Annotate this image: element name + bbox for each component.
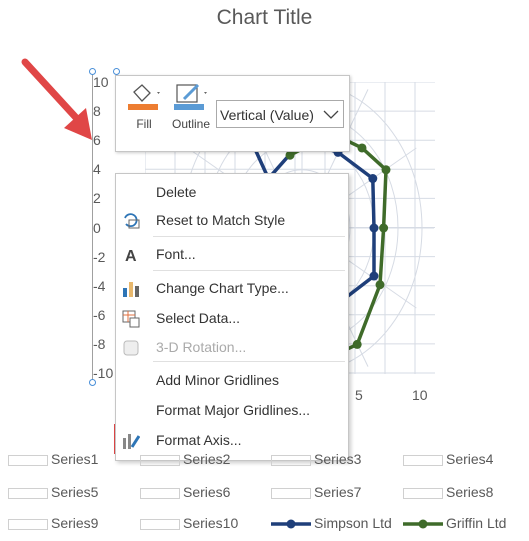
data-point <box>352 339 362 349</box>
3d-rotation-icon <box>122 338 140 356</box>
legend-label: Series6 <box>183 484 231 500</box>
menu-item-delete[interactable]: Delete <box>116 178 348 206</box>
x-tick: 10 <box>412 387 428 403</box>
font-icon: A <box>122 245 140 265</box>
legend-entry[interactable]: Series7 <box>271 484 361 500</box>
menu-item-add-minor-gridlines[interactable]: Add Minor Gridlines <box>116 366 348 394</box>
y-tick: -2 <box>93 248 106 265</box>
data-point <box>381 165 391 175</box>
legend-label: Series2 <box>183 451 231 467</box>
legend-label: Series3 <box>314 451 362 467</box>
data-point <box>375 280 385 290</box>
y-tick: 2 <box>93 190 101 207</box>
menu-item-reset-to-match-style[interactable]: Reset to Match Style <box>116 206 348 234</box>
chart-type-icon <box>122 279 140 297</box>
menu-item-label: Change Chart Type... <box>156 280 289 296</box>
outline-button[interactable]: Outline <box>168 82 214 131</box>
menu-item-label: 3-D Rotation... <box>156 339 247 355</box>
menu-item-label: Font... <box>156 246 196 262</box>
legend-entry[interactable]: Series1 <box>8 451 98 467</box>
menu-item-label: Delete <box>156 184 197 200</box>
menu-item-label: Format Axis... <box>156 432 242 448</box>
svg-text:A: A <box>125 248 137 264</box>
legend-label: Series7 <box>314 484 362 500</box>
fill-label: Fill <box>136 117 152 131</box>
legend-line-marker <box>403 519 443 529</box>
legend-label: Series8 <box>446 484 494 500</box>
data-point <box>369 223 379 233</box>
menu-separator <box>153 236 345 237</box>
mini-toolbar: Fill Outline Vertical (Value) <box>115 75 350 152</box>
legend-entry[interactable]: Series8 <box>403 484 493 500</box>
legend-label: Series10 <box>183 515 239 531</box>
data-point <box>368 174 378 184</box>
y-tick: 6 <box>93 132 101 149</box>
y-tick: -10 <box>93 365 114 381</box>
menu-item-change-chart-type[interactable]: Change Chart Type... <box>116 274 348 302</box>
paint-bucket-icon <box>128 84 160 110</box>
legend-label: Griffin Ltd <box>446 515 507 531</box>
y-tick: -8 <box>93 335 106 352</box>
y-tick: -4 <box>93 277 106 294</box>
legend-swatch <box>271 454 311 466</box>
legend-line-marker <box>271 519 311 529</box>
legend-label: Series5 <box>51 484 99 500</box>
menu-item-font[interactable]: A Font... <box>116 240 348 268</box>
chart-element-selector[interactable]: Vertical (Value) <box>216 100 344 128</box>
menu-item-label: Reset to Match Style <box>156 212 286 228</box>
legend-label: Series9 <box>51 515 99 531</box>
menu-item-label: Add Minor Gridlines <box>156 372 279 388</box>
legend-entry[interactable]: Series5 <box>8 484 98 500</box>
legend-swatch <box>403 454 443 466</box>
legend-swatch <box>140 518 180 530</box>
data-point <box>379 223 389 233</box>
y-tick: 10 <box>93 74 109 90</box>
fill-button[interactable]: Fill <box>124 82 164 131</box>
legend-label: Series1 <box>51 451 99 467</box>
data-point <box>369 271 379 281</box>
x-tick: 5 <box>355 387 363 403</box>
legend-swatch <box>140 454 180 466</box>
menu-item-format-axis[interactable]: Format Axis... <box>116 426 348 454</box>
legend-entry[interactable]: Series6 <box>140 484 230 500</box>
format-axis-icon <box>122 431 141 449</box>
menu-item-label: Format Major Gridlines... <box>156 402 311 418</box>
menu-item-select-data[interactable]: Select Data... <box>116 304 348 332</box>
legend-entry[interactable]: Series10 <box>140 515 238 531</box>
legend-entry[interactable]: Griffin Ltd <box>403 515 506 531</box>
menu-item-3-d-rotation: 3-D Rotation... <box>116 333 348 361</box>
menu-item-label: Select Data... <box>156 310 241 326</box>
legend-entry[interactable]: Series2 <box>140 451 230 467</box>
legend-label: Simpson Ltd <box>314 515 392 531</box>
legend-entry[interactable]: Series3 <box>271 451 361 467</box>
context-menu: Delete Reset to Match Style A Font... Change… <box>115 173 349 461</box>
select-data-icon <box>122 309 140 328</box>
outline-label: Outline <box>171 117 211 131</box>
y-tick: -6 <box>93 306 106 323</box>
legend-swatch <box>8 487 48 499</box>
selector-value: Vertical (Value) <box>220 107 314 123</box>
y-tick: 8 <box>93 103 101 120</box>
legend-swatch <box>8 454 48 466</box>
menu-separator <box>153 270 345 271</box>
legend-swatch <box>8 518 48 530</box>
legend-label: Series4 <box>446 451 494 467</box>
legend-swatch <box>403 487 443 499</box>
red-arrow <box>21 58 84 126</box>
legend-swatch <box>140 487 180 499</box>
data-point <box>357 143 367 153</box>
chevron-down-icon <box>323 110 339 119</box>
data-point <box>285 150 295 160</box>
y-tick: 4 <box>93 161 101 178</box>
legend-entry[interactable]: Simpson Ltd <box>271 515 392 531</box>
menu-item-format-major-gridlines[interactable]: Format Major Gridlines... <box>116 396 348 424</box>
menu-separator <box>153 361 345 362</box>
y-tick: 0 <box>93 219 101 236</box>
reset-style-icon <box>122 211 140 229</box>
legend-entry[interactable]: Series4 <box>403 451 493 467</box>
legend-entry[interactable]: Series9 <box>8 515 98 531</box>
pencil-outline-icon <box>174 83 207 110</box>
legend-swatch <box>271 487 311 499</box>
